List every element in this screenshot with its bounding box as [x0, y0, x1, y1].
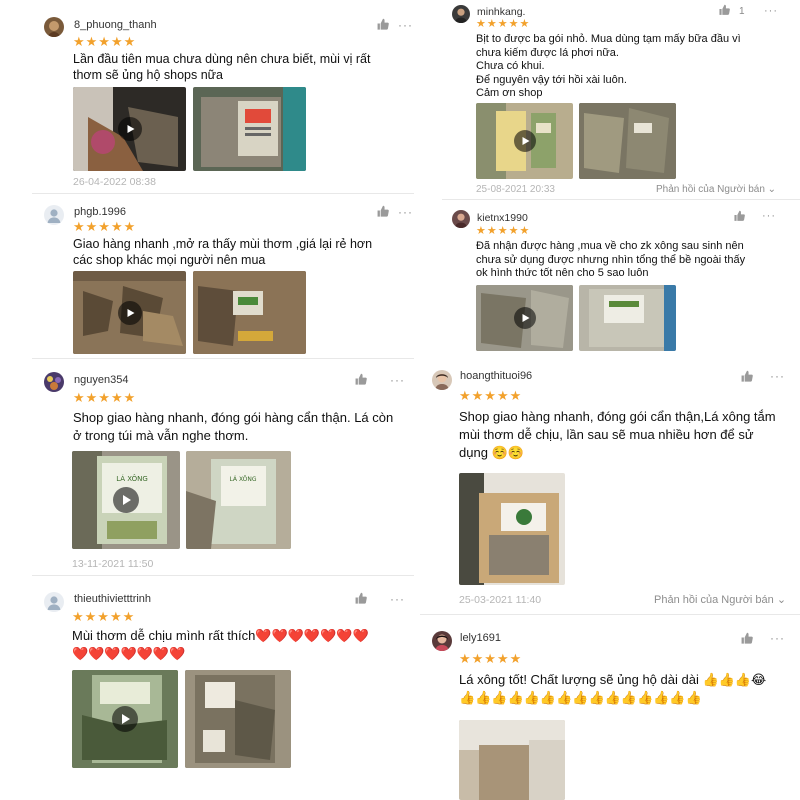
- review-card: thieuthivietttrinh ··· ★★★★★ Mùi thơm dễ…: [32, 582, 414, 792]
- review-text: Shop giao hàng nhanh, đóng gói hàng cẩn …: [73, 410, 394, 443]
- username[interactable]: lely1691: [460, 632, 501, 644]
- rating-stars: ★★★★★: [459, 388, 523, 403]
- rating-stars: ★★★★★: [73, 34, 137, 49]
- review-date: 25-08-2021 20:33: [476, 184, 555, 195]
- review-date: 13-11-2021 11:50: [72, 558, 154, 570]
- like-icon[interactable]: [354, 373, 368, 387]
- more-options-icon[interactable]: ···: [764, 6, 778, 17]
- review-card: minhkang. 1 ··· ★★★★★ Bịt to được ba gói…: [442, 0, 800, 200]
- review-photo[interactable]: [459, 720, 565, 800]
- like-icon[interactable]: [733, 210, 746, 223]
- rating-stars: ★★★★★: [73, 219, 137, 234]
- rating-stars: ★★★★★: [72, 609, 136, 624]
- review-video[interactable]: [476, 285, 573, 351]
- username[interactable]: hoangthituoi96: [460, 370, 532, 382]
- avatar[interactable]: [452, 210, 470, 228]
- review-photo[interactable]: [579, 103, 676, 179]
- avatar[interactable]: [44, 205, 64, 225]
- play-icon[interactable]: [522, 314, 530, 322]
- review-card: phgb.1996 ··· ★★★★★ Giao hàng nhanh ,mở …: [32, 197, 414, 359]
- rating-stars: ★★★★★: [476, 225, 531, 237]
- avatar[interactable]: [44, 17, 64, 37]
- review-card: nguyen354 ··· ★★★★★ Shop giao hàng nhanh…: [32, 362, 414, 576]
- review-photo[interactable]: [579, 285, 676, 351]
- more-options-icon[interactable]: ···: [398, 206, 413, 218]
- like-icon[interactable]: [718, 4, 731, 17]
- review-date: 26-04-2022 08:38: [73, 176, 156, 188]
- username[interactable]: 8_phuong_thanh: [74, 19, 157, 31]
- play-icon[interactable]: [123, 495, 132, 505]
- more-options-icon[interactable]: ···: [398, 19, 413, 31]
- avatar[interactable]: [44, 592, 64, 612]
- avatar[interactable]: [44, 372, 64, 392]
- review-photo[interactable]: [185, 670, 291, 768]
- review-photo[interactable]: LÁ XÔNG: [186, 451, 291, 549]
- avatar[interactable]: [432, 370, 452, 390]
- play-icon[interactable]: [127, 125, 135, 133]
- username[interactable]: kietnx1990: [477, 212, 528, 224]
- review-date: 25-03-2021 11:40: [459, 594, 542, 606]
- like-icon[interactable]: [354, 592, 368, 606]
- username[interactable]: minhkang.: [477, 6, 525, 18]
- rating-stars: ★★★★★: [459, 651, 523, 666]
- review-text: Shop giao hàng nhanh, đóng gói cẩn thận,…: [459, 409, 776, 460]
- avatar[interactable]: [432, 631, 452, 651]
- review-text: Đã nhận được hàng ,mua về cho zk xông sa…: [476, 240, 746, 279]
- play-icon[interactable]: [127, 308, 135, 317]
- review-text: Lá xông tốt! Chất lượng sẽ ủng hộ dài dà…: [459, 672, 767, 705]
- review-video[interactable]: [73, 87, 186, 171]
- review-card: lely1691 ··· ★★★★★ Lá xông tốt! Chất lượ…: [420, 620, 800, 800]
- review-card: 8_phuong_thanh ··· ★★★★★ Lần đầu tiên mu…: [32, 8, 414, 194]
- rating-stars: ★★★★★: [476, 18, 531, 30]
- review-text: Bịt to được ba gói nhỏ. Mua dùng tạm mấy…: [476, 33, 741, 99]
- review-photo[interactable]: [193, 271, 306, 354]
- review-text: Mùi thơm dễ chịu mình rất thích❤️❤️❤️❤️❤…: [72, 628, 369, 661]
- play-icon[interactable]: [522, 137, 530, 145]
- more-options-icon[interactable]: ···: [770, 632, 785, 644]
- review-video[interactable]: [73, 271, 186, 354]
- review-text: Giao hàng nhanh ,mở ra thấy mùi thơm ,gi…: [73, 237, 373, 267]
- username[interactable]: nguyen354: [74, 374, 128, 386]
- review-photo[interactable]: [193, 87, 306, 171]
- review-text: Lần đầu tiên mua chưa dùng nên chưa biết…: [73, 52, 371, 82]
- username[interactable]: phgb.1996: [74, 206, 126, 218]
- like-icon[interactable]: [376, 205, 390, 219]
- more-options-icon[interactable]: ···: [762, 211, 776, 222]
- seller-reply-toggle[interactable]: Phản hồi của Người bán ⌄: [654, 593, 786, 606]
- like-icon[interactable]: [376, 18, 390, 32]
- review-photo[interactable]: [459, 473, 565, 585]
- review-video[interactable]: [476, 103, 573, 179]
- play-icon[interactable]: [122, 714, 131, 724]
- like-icon[interactable]: [740, 632, 754, 646]
- like-icon[interactable]: [740, 370, 754, 384]
- more-options-icon[interactable]: ···: [390, 374, 405, 386]
- rating-stars: ★★★★★: [73, 390, 137, 405]
- username[interactable]: thieuthivietttrinh: [74, 593, 151, 605]
- more-options-icon[interactable]: ···: [390, 593, 405, 605]
- like-count: 1: [739, 6, 745, 17]
- svg-text:LÁ XÔNG: LÁ XÔNG: [229, 476, 256, 483]
- svg-text:LÁ XÔNG: LÁ XÔNG: [116, 474, 148, 483]
- review-card: kietnx1990 ··· ★★★★★ Đã nhận được hàng ,…: [442, 204, 800, 356]
- review-video[interactable]: LÁ XÔNG: [72, 451, 180, 549]
- more-options-icon[interactable]: ···: [770, 370, 785, 382]
- review-video[interactable]: [72, 670, 178, 768]
- avatar[interactable]: [452, 5, 470, 23]
- review-card: hoangthituoi96 ··· ★★★★★ Shop giao hàng …: [420, 357, 800, 615]
- seller-reply-toggle[interactable]: Phản hồi của Người bán ⌄: [656, 184, 776, 195]
